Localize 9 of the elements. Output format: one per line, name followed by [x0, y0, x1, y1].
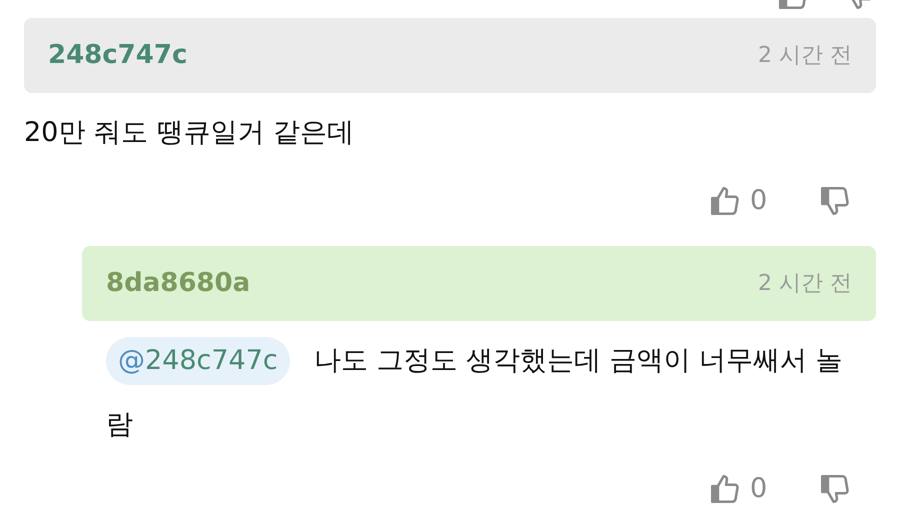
comment-text: @248c747c 나도 그정도 생각했는데 금액이 너무쌔서 놀람	[82, 328, 876, 456]
mention-link[interactable]: @248c747c	[106, 336, 290, 384]
like-count: 0	[750, 184, 768, 218]
comment-text: 20만 줘도 땡큐일거 같은데	[24, 116, 356, 150]
timestamp: 2 시간 전	[758, 42, 852, 70]
username[interactable]: 8da8680a	[106, 264, 250, 302]
like-count: 0	[750, 472, 768, 506]
timestamp: 2 시간 전	[758, 270, 852, 298]
username[interactable]: 248c747c	[48, 36, 188, 75]
